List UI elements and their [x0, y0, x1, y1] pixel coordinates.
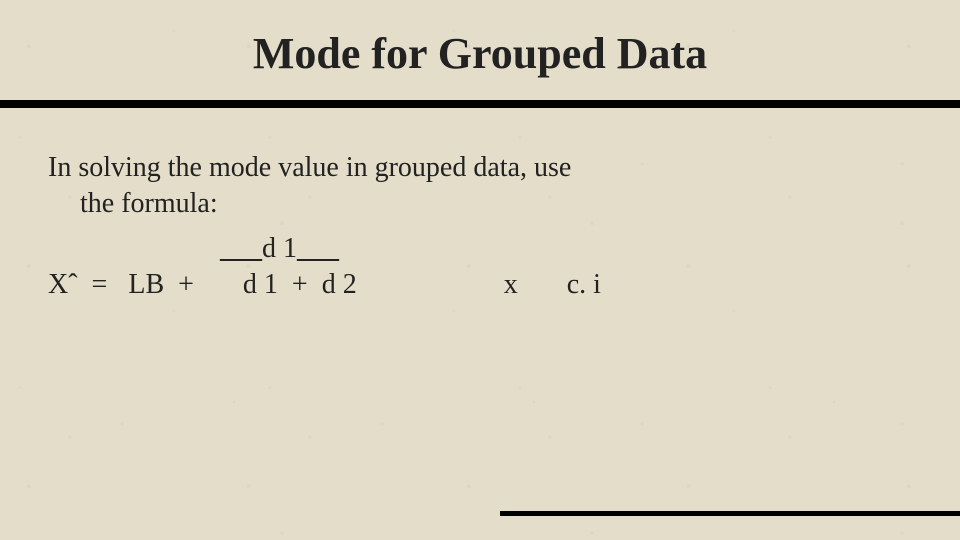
num-pre-underscore: ___ — [220, 233, 262, 264]
footer-rule — [500, 511, 960, 516]
intro-line-2: the formula: — [48, 186, 912, 222]
formula-row: Xˆ = LB + d 1 + d 2 x c. i — [48, 267, 601, 303]
slide-title: Mode for Grouped Data — [0, 28, 960, 79]
slide-body: In solving the mode value in grouped dat… — [48, 150, 912, 321]
formula-numerator: ___d 1___ — [220, 231, 339, 267]
title-underline-bar — [0, 100, 960, 108]
num-d1: d 1 — [262, 233, 297, 264]
mode-formula: ___d 1___ Xˆ = LB + d 1 + d 2 x c. i — [48, 231, 912, 321]
num-post-underscore: ___ — [297, 233, 339, 264]
intro-line-1: In solving the mode value in grouped dat… — [48, 150, 912, 186]
